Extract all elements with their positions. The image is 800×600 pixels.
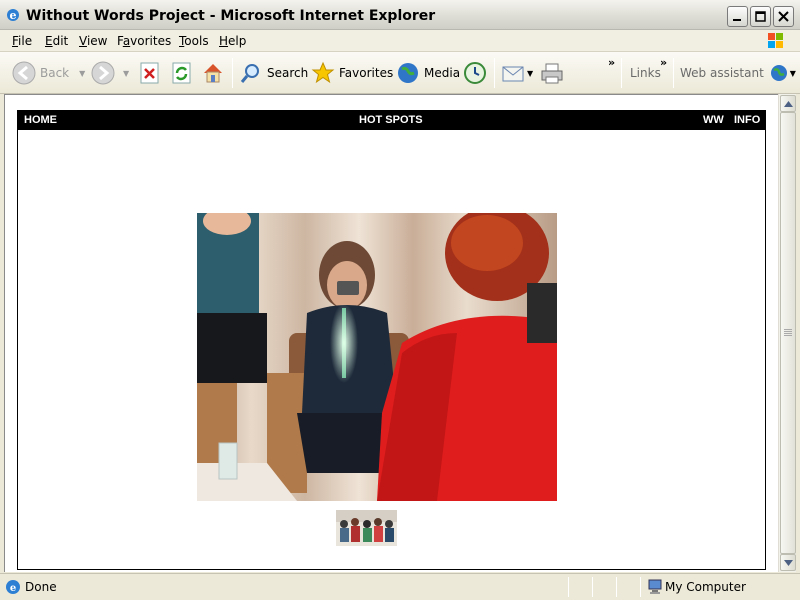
- chevron-down-icon: [783, 559, 793, 566]
- forward-button[interactable]: ▼: [91, 60, 129, 86]
- print-button[interactable]: [540, 60, 564, 86]
- media-globe-icon: [398, 63, 418, 83]
- links-overflow-chevron[interactable]: »: [660, 56, 667, 69]
- minimize-button[interactable]: [727, 6, 748, 27]
- favorites-button[interactable]: Favorites: [311, 60, 393, 86]
- stop-button[interactable]: [140, 60, 160, 86]
- nav-hot-spots-link[interactable]: HOT SPOTS: [359, 114, 423, 126]
- status-bar: e Done My Computer: [0, 573, 800, 600]
- back-arrow-icon: [12, 61, 36, 85]
- search-icon: [240, 64, 259, 83]
- scroll-down-button[interactable]: [780, 554, 796, 571]
- ie-icon: e: [7, 9, 19, 22]
- grip-icon: [784, 329, 792, 336]
- globe-icon: [770, 65, 787, 81]
- web-assistant-dropdown-icon[interactable]: ▼: [790, 69, 796, 78]
- site-frame: HOME HOT SPOTS WW INFO: [17, 110, 766, 570]
- mail-icon: [502, 66, 524, 82]
- title-bar: e Without Words Project - Microsoft Inte…: [0, 0, 800, 30]
- mail-button[interactable]: ▼: [501, 60, 533, 86]
- refresh-button[interactable]: [172, 60, 192, 86]
- toolbar-overflow-chevron[interactable]: »: [608, 56, 615, 69]
- minimize-icon: [733, 19, 741, 21]
- media-button[interactable]: Media: [396, 60, 460, 86]
- menu-edit[interactable]: Edit: [45, 34, 68, 48]
- links-button[interactable]: Links: [626, 60, 661, 86]
- status-text: Done: [25, 580, 57, 594]
- toolbar: Back ▼ ▼ Search Favorites Media ▼ » Link…: [0, 52, 800, 94]
- home-button[interactable]: [201, 60, 225, 86]
- menu-bar: File Edit View Favorites Tools Help: [0, 30, 800, 52]
- search-button[interactable]: Search: [239, 60, 308, 86]
- mail-dropdown-icon[interactable]: ▼: [527, 69, 533, 78]
- close-icon: [778, 11, 789, 22]
- maximize-icon: [755, 11, 766, 22]
- site-navigation: HOME HOT SPOTS WW INFO: [18, 111, 765, 130]
- menu-help[interactable]: Help: [219, 34, 246, 48]
- forward-arrow-icon: [91, 61, 115, 85]
- menu-tools[interactable]: Tools: [179, 34, 209, 48]
- svg-text:e: e: [10, 583, 16, 594]
- back-button[interactable]: Back ▼: [12, 60, 85, 86]
- history-button[interactable]: [463, 60, 487, 86]
- scroll-thumb[interactable]: [780, 112, 796, 554]
- chevron-up-icon: [783, 100, 793, 107]
- history-icon: [464, 62, 486, 84]
- favorites-star-icon: [311, 61, 335, 84]
- main-photo: [197, 213, 557, 501]
- security-zone: My Computer: [665, 580, 746, 594]
- page-icon: e: [6, 580, 20, 594]
- forward-dropdown-icon[interactable]: ▼: [123, 69, 129, 78]
- refresh-icon: [172, 62, 191, 84]
- computer-icon: [648, 579, 662, 594]
- vertical-scrollbar[interactable]: [778, 94, 796, 572]
- close-button[interactable]: [773, 6, 794, 27]
- maximize-button[interactable]: [750, 6, 771, 27]
- nav-home-link[interactable]: HOME: [24, 114, 57, 126]
- menu-file[interactable]: File: [12, 34, 32, 48]
- scroll-up-button[interactable]: [780, 95, 796, 112]
- stop-icon: [140, 62, 159, 84]
- page-viewport: HOME HOT SPOTS WW INFO: [4, 94, 778, 572]
- menu-favorites[interactable]: Favorites: [117, 34, 171, 48]
- nav-info-link[interactable]: INFO: [734, 114, 760, 126]
- nav-ww-link[interactable]: WW: [703, 114, 724, 126]
- print-icon: [541, 63, 563, 84]
- svg-text:e: e: [10, 9, 17, 22]
- home-icon: [204, 64, 222, 83]
- group-photo-thumbnail[interactable]: [336, 510, 397, 546]
- window-title: Without Words Project - Microsoft Intern…: [26, 8, 436, 24]
- web-assistant-button[interactable]: Web assistant ▼: [676, 60, 796, 86]
- windows-logo-icon: [768, 33, 783, 48]
- menu-view[interactable]: View: [79, 34, 107, 48]
- back-dropdown-icon[interactable]: ▼: [79, 69, 85, 78]
